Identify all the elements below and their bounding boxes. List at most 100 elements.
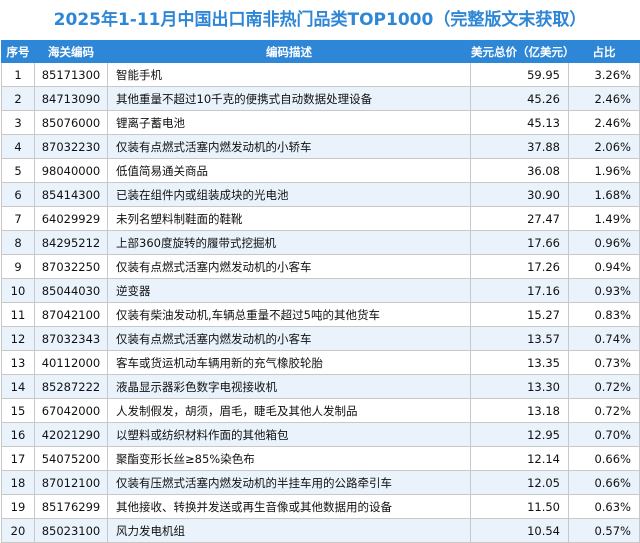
table-row: 2 84713090 其他重量不超过10千克的便携式自动数据处理设备 45.26 2.4… [1,86,640,111]
cell-hs-code: 84295212 [34,230,108,255]
table-row: 3 85076000 锂离子蓄电池 45.13 2.46% [1,110,640,135]
cell-description: 液晶显示器彩色数字电视接收机 [107,374,471,399]
cell-value-usd: 15.27 [470,302,569,327]
cell-hs-code: 85044030 [34,278,108,303]
cell-hs-code: 98040000 [34,158,108,183]
cell-description: 锂离子蓄电池 [107,110,471,135]
cell-description: 客车或货运机动车辆用新的充气橡胶轮胎 [107,350,471,375]
cell-value-usd: 59.95 [470,62,569,87]
cell-hs-code: 67042000 [34,398,108,423]
cell-index: 16 [1,422,35,447]
table-row: 8 84295212 上部360度旋转的履带式挖掘机 17.66 0.96% [1,230,640,255]
page: 2025年1-11月中国出口南非热门品类TOP1000（完整版文末获取） 序号 … [0,0,640,543]
cell-hs-code: 87032230 [34,134,108,159]
table-row: 15 67042000 人发制假发，胡须，眉毛，睫毛及其他人发制品 13.18 0.72… [1,398,640,423]
cell-description: 仅装有压燃式活塞内燃发动机的半挂车用的公路牵引车 [107,470,471,495]
cell-description: 智能手机 [107,62,471,87]
cell-description: 逆变器 [107,278,471,303]
cell-description: 未列名塑料制鞋面的鞋靴 [107,206,471,231]
cell-share: 0.72% [568,398,640,423]
header-description: 编码描述 [107,40,471,63]
cell-value-usd: 17.26 [470,254,569,279]
table-row: 11 87042100 仅装有柴油发动机,车辆总重量不超过5吨的其他货车 15.27 0… [1,302,640,327]
cell-hs-code: 87032250 [34,254,108,279]
cell-value-usd: 12.05 [470,470,569,495]
cell-share: 0.66% [568,446,640,471]
table-row: 7 64029929 未列名塑料制鞋面的鞋靴 27.47 1.49% [1,206,640,231]
cell-value-usd: 30.90 [470,182,569,207]
cell-index: 3 [1,110,35,135]
table-header-row: 序号 海关编码 编码描述 美元总价（亿美元） 占比 [1,40,640,63]
cell-share: 0.96% [568,230,640,255]
table-row: 4 87032230 仅装有点燃式活塞内燃发动机的小轿车 37.88 2.06% [1,134,640,159]
header-index: 序号 [1,40,35,63]
cell-index: 15 [1,398,35,423]
table-row: 12 87032343 仅装有点燃式活塞内燃发动机的小客车 13.57 0.74% [1,326,640,351]
cell-hs-code: 85414300 [34,182,108,207]
cell-value-usd: 17.16 [470,278,569,303]
header-hs-code: 海关编码 [34,40,108,63]
cell-hs-code: 85287222 [34,374,108,399]
cell-index: 17 [1,446,35,471]
cell-index: 12 [1,326,35,351]
table-row: 17 54075200 聚酯变形长丝≥85%染色布 12.14 0.66% [1,446,640,471]
cell-index: 9 [1,254,35,279]
cell-value-usd: 45.26 [470,86,569,111]
cell-share: 0.93% [568,278,640,303]
cell-index: 7 [1,206,35,231]
cell-description: 上部360度旋转的履带式挖掘机 [107,230,471,255]
table-row: 19 85176299 其他接收、转换并发送或再生音像或其他数据用的设备 11.50 0… [1,494,640,519]
cell-index: 20 [1,518,35,543]
cell-description: 以塑料或纺织材料作面的其他箱包 [107,422,471,447]
cell-index: 8 [1,230,35,255]
cell-description: 聚酯变形长丝≥85%染色布 [107,446,471,471]
cell-index: 18 [1,470,35,495]
cell-share: 0.83% [568,302,640,327]
cell-value-usd: 12.14 [470,446,569,471]
cell-share: 0.72% [568,374,640,399]
cell-value-usd: 45.13 [470,110,569,135]
cell-share: 2.46% [568,110,640,135]
cell-share: 0.63% [568,494,640,519]
cell-index: 19 [1,494,35,519]
cell-share: 0.74% [568,326,640,351]
cell-description: 已装在组件内或组装成块的光电池 [107,182,471,207]
cell-hs-code: 54075200 [34,446,108,471]
cell-value-usd: 13.18 [470,398,569,423]
cell-value-usd: 10.54 [470,518,569,543]
cell-value-usd: 13.35 [470,350,569,375]
cell-hs-code: 40112000 [34,350,108,375]
cell-hs-code: 42021290 [34,422,108,447]
table-body: 1 85171300 智能手机 59.95 3.26% 2 84713090 其他重量不超过1… [1,62,640,543]
cell-value-usd: 27.47 [470,206,569,231]
cell-value-usd: 13.57 [470,326,569,351]
cell-value-usd: 37.88 [470,134,569,159]
cell-index: 10 [1,278,35,303]
page-title: 2025年1-11月中国出口南非热门品类TOP1000（完整版文末获取） [53,10,587,30]
table-row: 13 40112000 客车或货运机动车辆用新的充气橡胶轮胎 13.35 0.73% [1,350,640,375]
cell-description: 仅装有点燃式活塞内燃发动机的小轿车 [107,134,471,159]
cell-hs-code: 84713090 [34,86,108,111]
cell-share: 0.73% [568,350,640,375]
cell-description: 人发制假发，胡须，眉毛，睫毛及其他人发制品 [107,398,471,423]
cell-value-usd: 36.08 [470,158,569,183]
cell-description: 仅装有柴油发动机,车辆总重量不超过5吨的其他货车 [107,302,471,327]
cell-share: 0.57% [568,518,640,543]
cell-value-usd: 17.66 [470,230,569,255]
table-row: 16 42021290 以塑料或纺织材料作面的其他箱包 12.95 0.70% [1,422,640,447]
cell-description: 仅装有点燃式活塞内燃发动机的小客车 [107,254,471,279]
cell-hs-code: 85023100 [34,518,108,543]
cell-hs-code: 87042100 [34,302,108,327]
cell-index: 13 [1,350,35,375]
table-row: 14 85287222 液晶显示器彩色数字电视接收机 13.30 0.72% [1,374,640,399]
table-row: 9 87032250 仅装有点燃式活塞内燃发动机的小客车 17.26 0.94% [1,254,640,279]
cell-description: 仅装有点燃式活塞内燃发动机的小客车 [107,326,471,351]
table-row: 18 87012100 仅装有压燃式活塞内燃发动机的半挂车用的公路牵引车 12.05 0… [1,470,640,495]
cell-description: 其他接收、转换并发送或再生音像或其他数据用的设备 [107,494,471,519]
cell-description: 其他重量不超过10千克的便携式自动数据处理设备 [107,86,471,111]
cell-description: 风力发电机组 [107,518,471,543]
cell-value-usd: 11.50 [470,494,569,519]
cell-index: 6 [1,182,35,207]
table-row: 20 85023100 风力发电机组 10.54 0.57% [1,518,640,543]
header-value-usd: 美元总价（亿美元） [470,40,569,63]
